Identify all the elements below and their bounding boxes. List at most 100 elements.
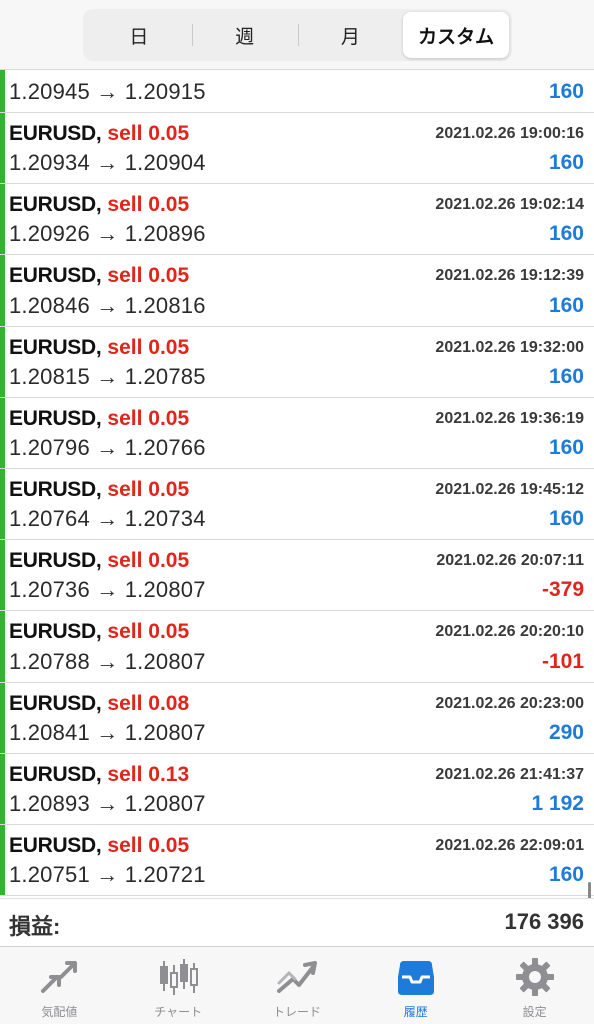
trade-prices: 1.20926 → 1.20896 [9,221,206,247]
history-list[interactable]: 1.20945 → 1.20915 160 EURUSD, sell 0.05 20… [0,70,594,898]
trade-profit: 160 [548,151,584,175]
chart-icon [160,959,199,995]
tab-label: トレード [272,1005,321,1019]
trade-prices: 1.20764 → 1.20734 [9,506,206,532]
profit-indicator-bar [0,70,5,112]
trade-time: 2021.02.26 20:20:10 [435,623,584,641]
profit-indicator-bar [0,682,5,753]
trade-symbol: EURUSD, [9,477,102,501]
trade-side: sell 0.05 [107,122,190,145]
profit-indicator-bar [0,753,5,824]
settings-icon [515,958,554,996]
history-row[interactable]: EURUSD, sell 0.05 2021.02.26 19:02:14 1.209… [0,184,594,256]
trade-profit: -101 [541,649,584,673]
history-row[interactable]: EURUSD, sell 0.05 2021.02.26 20:20:10 1.207… [0,611,594,683]
profit-indicator-bar [0,184,5,255]
trade-side: sell 0.05 [107,620,190,644]
tab-history[interactable]: 履歴 [356,947,475,1024]
trade-symbol: EURUSD, [9,691,102,715]
trade-side: sell 0.05 [107,264,190,288]
trade-symbol: EURUSD, [9,833,102,857]
bottom-tab-bar: 気配値 チャート トレード 履歴 設定 [0,946,594,1024]
trade-profit: 160 [548,80,584,103]
trade-symbol: EURUSD, [9,193,102,217]
trade-symbol: EURUSD, [9,406,102,430]
trade-side: sell 0.05 [107,193,190,217]
trade-symbol: EURUSD, [9,264,102,288]
trade-time: 2021.02.26 21:41:37 [435,765,584,783]
segment-custom[interactable]: カスタム [403,12,509,58]
profit-indicator-bar [0,540,5,611]
trade-icon [276,961,317,993]
trade-profit: 160 [548,507,584,531]
trade-profit: 160 [548,222,584,246]
profit-indicator-bar [0,397,5,468]
profit-indicator-bar [0,113,5,184]
history-icon [397,961,434,995]
segment-day[interactable]: 日 [86,12,192,58]
history-row[interactable]: EURUSD, sell 0.05 2021.02.26 19:00:16 1.209… [0,113,594,185]
history-row-partial[interactable]: 1.20945 → 1.20915 160 [0,70,594,113]
profit-summary-value: 176 396 [504,909,584,934]
trade-prices: 1.20815 → 1.20785 [9,363,206,389]
period-segmented-control: 日 週 月 カスタム [83,9,512,61]
profit-summary: 損益: 176 396 [0,898,594,946]
tab-label: 設定 [522,1005,547,1019]
trade-side: sell 0.05 [107,477,190,501]
trade-time: 2021.02.26 20:07:11 [436,552,584,570]
history-row[interactable]: EURUSD, sell 0.08 2021.02.26 20:23:00 1.208… [0,682,594,754]
trade-profit: 160 [548,435,584,459]
history-row[interactable]: EURUSD, sell 0.05 2021.02.26 19:12:39 1.208… [0,255,594,327]
trade-prices: 1.20736 → 1.20807 [9,577,206,603]
history-row[interactable]: EURUSD, sell 0.05 2021.02.26 19:32:00 1.208… [0,326,594,398]
trade-profit: 160 [548,863,584,887]
trade-profit: -379 [541,578,584,602]
trade-symbol: EURUSD, [9,549,102,573]
trade-prices: 1.20796 → 1.20766 [9,434,206,460]
trade-prices: 1.20751 → 1.20721 [9,862,206,888]
trade-side: sell 0.08 [107,691,190,715]
trade-prices: 1.20841 → 1.20807 [9,719,206,745]
trade-time: 2021.02.26 20:23:00 [435,694,584,712]
period-header: 日 週 月 カスタム [0,0,594,70]
trade-time: 2021.02.26 19:36:19 [435,409,584,427]
trade-symbol: EURUSD, [9,620,102,644]
trade-profit: 160 [548,293,584,317]
trade-prices: 1.20846 → 1.20816 [9,292,206,318]
profit-indicator-bar [0,824,5,896]
tab-label: チャート [154,1005,203,1019]
trade-symbol: EURUSD, [9,762,102,786]
trade-prices: 1.20893 → 1.20807 [9,790,206,816]
tab-label: 気配値 [41,1005,78,1019]
tab-trade[interactable]: トレード [238,947,357,1024]
segment-week[interactable]: 週 [191,12,298,58]
trade-symbol: EURUSD, [9,122,102,145]
tab-chart[interactable]: チャート [119,947,238,1024]
history-row[interactable]: EURUSD, sell 0.05 2021.02.26 22:09:01 1.207… [0,824,594,897]
profit-summary-label: 損益: [9,914,61,939]
trade-prices: 1.20945 → 1.20915 [9,79,206,104]
trade-time: 2021.02.26 22:09:01 [435,836,584,854]
history-row[interactable]: EURUSD, sell 0.05 2021.02.26 20:07:11 1.207… [0,540,594,612]
trade-time: 2021.02.26 19:12:39 [435,267,584,285]
tab-quotes[interactable]: 気配値 [0,947,119,1024]
trade-time: 2021.02.26 19:45:12 [435,480,584,498]
profit-indicator-bar [0,326,5,397]
segment-month[interactable]: 月 [297,12,404,58]
history-row[interactable]: EURUSD, sell 0.05 2021.02.26 19:45:12 1.207… [0,468,594,541]
trade-time: 2021.02.26 19:02:14 [435,196,584,214]
trade-profit: 290 [548,720,584,744]
quotes-icon [41,961,78,993]
trade-time: 2021.02.26 19:00:16 [435,125,584,142]
profit-indicator-bar [0,468,5,540]
history-row[interactable]: EURUSD, sell 0.13 2021.02.26 21:41:37 1.208… [0,753,594,825]
trade-side: sell 0.05 [107,549,190,573]
profit-indicator-bar [0,611,5,682]
history-row[interactable]: EURUSD, sell 0.05 2021.02.26 19:36:19 1.207… [0,397,594,469]
tab-label: 履歴 [403,1005,428,1019]
trade-side: sell 0.13 [107,762,190,786]
trade-side: sell 0.05 [107,406,190,430]
tab-settings[interactable]: 設定 [475,947,594,1024]
trade-time: 2021.02.26 19:32:00 [435,338,584,356]
trade-profit: 1 192 [531,791,584,815]
